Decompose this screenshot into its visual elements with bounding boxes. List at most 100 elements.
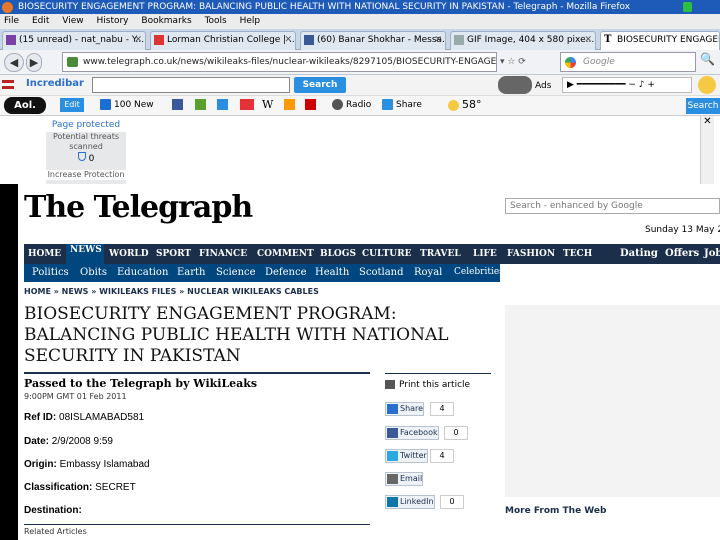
smiley-icon[interactable]	[698, 76, 716, 94]
subnav-science[interactable]: Science	[216, 267, 256, 278]
nav-tech[interactable]: TECH	[563, 249, 592, 259]
protect-count: 0	[46, 152, 126, 164]
nav-blogs[interactable]: BLOGS	[320, 249, 356, 259]
nav-sport[interactable]: SPORT	[156, 249, 191, 259]
ebay-icon[interactable]	[240, 99, 254, 110]
amazon-icon[interactable]	[284, 99, 295, 110]
wikipedia-icon[interactable]: W	[262, 98, 273, 111]
menu-file[interactable]: File	[4, 16, 19, 26]
article-headline: BIOSECURITY ENGAGEMENT PROGRAM: BALANCIN…	[24, 304, 449, 366]
flag-icon[interactable]	[2, 80, 14, 89]
nav-home[interactable]: HOME	[28, 249, 61, 259]
app-icon[interactable]	[195, 99, 206, 110]
share-button[interactable]: Share	[382, 99, 422, 111]
menu-view[interactable]: View	[62, 16, 83, 26]
window-control-icon[interactable]	[683, 2, 692, 12]
email-share-button[interactable]: Email	[385, 472, 424, 486]
nav-comment[interactable]: COMMENT	[257, 249, 314, 259]
subnav-scotland[interactable]: Scotland	[359, 267, 404, 278]
breadcrumb[interactable]: HOME » NEWS » WIKILEAKS FILES » NUCLEAR …	[24, 287, 319, 296]
close-icon[interactable]: ✕	[434, 32, 442, 49]
nav-news[interactable]: NEWS	[70, 245, 102, 255]
menu-bar: File Edit View History Bookmarks Tools H…	[0, 14, 720, 29]
aol-search-button[interactable]: Search	[686, 98, 720, 114]
nav-life[interactable]: LIFE	[473, 249, 497, 259]
edit-button[interactable]: Edit	[60, 98, 84, 112]
facebook-icon	[387, 428, 398, 438]
subnav-defence[interactable]: Defence	[265, 267, 307, 278]
close-icon[interactable]: ✕	[584, 32, 592, 49]
subnav-politics[interactable]: Politics	[32, 267, 69, 278]
radio-button[interactable]: Radio	[332, 99, 371, 111]
print-article-link[interactable]: Print this article	[385, 380, 470, 390]
menu-edit[interactable]: Edit	[32, 16, 49, 26]
nav-culture[interactable]: CULTURE	[362, 249, 412, 259]
meta-origin: Origin: Embassy Islamabad	[24, 459, 150, 470]
nav-fashion[interactable]: FASHION	[507, 249, 555, 259]
twitter-icon[interactable]	[217, 99, 228, 110]
menu-tools[interactable]: Tools	[205, 16, 227, 26]
tab-lorman[interactable]: Lorman Christian College | ... ✕	[150, 31, 296, 50]
subnav-health[interactable]: Health	[315, 267, 349, 278]
nav-offers[interactable]: Offers	[665, 248, 699, 259]
forward-icon[interactable]: ▶	[26, 53, 42, 72]
divider	[24, 524, 370, 525]
nav-jobs[interactable]: Job	[704, 248, 720, 259]
page-protection-widget[interactable]: Page protected Potential threats scanned…	[46, 118, 126, 184]
tab-telegraph[interactable]: T BIOSECURITY ENGAGEMI...	[600, 31, 720, 50]
divider	[24, 372, 370, 374]
subnav-royal[interactable]: Royal	[414, 267, 442, 278]
tab-facebook[interactable]: (60) Banar Shokhar - Messa... ✕	[300, 31, 446, 50]
subnav-celebrities[interactable]: Celebrities	[454, 267, 504, 277]
url-bar[interactable]: www.telegraph.co.uk/news/wikileaks-files…	[62, 52, 497, 72]
share-button[interactable]: Share	[385, 402, 425, 416]
weather-widget[interactable]: 58°	[448, 99, 482, 111]
nav-travel[interactable]: TRAVEL	[420, 249, 461, 259]
nav-finance[interactable]: FINANCE	[199, 249, 247, 259]
ads-label: Ads	[535, 81, 552, 91]
toolbar-toggle[interactable]	[498, 76, 532, 94]
url-text: www.telegraph.co.uk/news/wikileaks-files…	[83, 57, 497, 67]
meta-classification: Classification: SECRET	[24, 482, 136, 493]
menu-help[interactable]: Help	[240, 16, 261, 26]
linkedin-share-button[interactable]: LinkedIn	[385, 495, 435, 509]
facebook-share-button[interactable]: Facebook	[385, 426, 439, 440]
telegraph-logo[interactable]: The Telegraph	[24, 190, 253, 225]
tab-yahoo-mail[interactable]: (15 unread) - nat_nabu - Y... ✕	[2, 31, 146, 50]
share-count: 4	[430, 402, 454, 416]
menu-history[interactable]: History	[96, 16, 128, 26]
divider	[385, 373, 491, 374]
nav-dating[interactable]: Dating	[620, 248, 658, 259]
meta-destination: Destination:	[24, 505, 82, 516]
google-icon	[565, 57, 576, 68]
subnav-obits[interactable]: Obits	[80, 267, 107, 278]
site-identity-icon[interactable]	[67, 57, 78, 67]
url-actions[interactable]: ▾ ☆ ⟳	[500, 52, 556, 72]
subnav-education[interactable]: Education	[117, 267, 168, 278]
menu-bookmarks[interactable]: Bookmarks	[141, 16, 191, 26]
twitter-icon	[387, 451, 398, 461]
current-date: Sunday 13 May 20	[645, 225, 720, 235]
incredibar-search-input[interactable]	[92, 77, 290, 93]
firefox-icon	[2, 2, 13, 13]
youtube-icon[interactable]	[305, 99, 316, 110]
back-icon[interactable]: ◀	[4, 53, 24, 72]
media-player[interactable]: ▶ ━━━━━━━━━ − ♪ +	[562, 77, 692, 93]
protect-footer[interactable]: Increase Protection	[46, 170, 126, 180]
facebook-icon[interactable]	[172, 99, 183, 110]
aol-logo[interactable]: Aol.	[4, 97, 46, 114]
nav-world[interactable]: WORLD	[109, 249, 149, 259]
close-icon[interactable]: ✕	[284, 32, 292, 49]
new-items-button[interactable]: 100 New	[100, 99, 154, 111]
google-search-input[interactable]: Google	[560, 52, 696, 72]
printer-icon	[385, 380, 395, 389]
window-title-bar: BIOSECURITY ENGAGEMENT PROGRAM: BALANCIN…	[0, 0, 720, 14]
incredibar-search-button[interactable]: Search	[294, 77, 346, 93]
close-icon[interactable]: ✕	[701, 116, 714, 127]
subnav-earth[interactable]: Earth	[177, 267, 206, 278]
site-search-input[interactable]: Search - enhanced by Google	[505, 198, 720, 214]
twitter-share-button[interactable]: Twitter	[385, 449, 428, 463]
close-icon[interactable]: ✕	[134, 32, 142, 49]
magnifier-icon[interactable]: 🔍	[700, 52, 716, 72]
tab-gif-image[interactable]: GIF Image, 404 x 580 pixe... ✕	[450, 31, 596, 50]
